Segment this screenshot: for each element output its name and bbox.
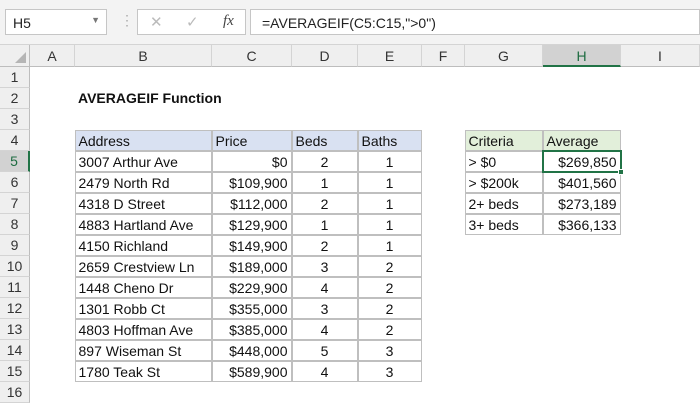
insert-function-icon[interactable]: fx (223, 13, 234, 30)
table-cell[interactable]: 1 (357, 150, 422, 172)
name-box[interactable]: H5 ▼ (5, 9, 107, 35)
table-cell[interactable]: 3 (291, 255, 358, 277)
row-header-9[interactable]: 9 (0, 235, 30, 256)
table-cell[interactable]: 1301 Robb Ct (74, 297, 212, 319)
column-header-i[interactable]: I (621, 45, 700, 67)
table-cell[interactable]: $129,900 (211, 213, 292, 235)
table-cell[interactable]: 1 (357, 234, 422, 256)
row-header-8[interactable]: 8 (0, 214, 30, 235)
row-header-3[interactable]: 3 (0, 109, 30, 130)
summary-header[interactable]: Average (542, 129, 621, 151)
table-cell[interactable]: 897 Wiseman St (74, 339, 212, 361)
row-header-7[interactable]: 7 (0, 193, 30, 214)
summary-cell[interactable]: $366,133 (542, 213, 621, 235)
table-cell[interactable]: $385,000 (211, 318, 292, 340)
table-cell[interactable]: 2 (291, 234, 358, 256)
column-header-e[interactable]: E (358, 45, 422, 67)
column-header-h[interactable]: H (543, 45, 621, 67)
row-header-13[interactable]: 13 (0, 319, 30, 340)
summary-cell[interactable]: 2+ beds (464, 192, 543, 214)
table-cell[interactable]: 3 (291, 297, 358, 319)
summary-cell[interactable]: > $0 (464, 150, 543, 172)
summary-cell[interactable]: $273,189 (542, 192, 621, 214)
column-header-b[interactable]: B (75, 45, 212, 67)
selected-cell-border (542, 150, 624, 175)
table-cell[interactable]: 3 (357, 360, 422, 382)
table-cell[interactable]: 1 (291, 171, 358, 193)
table-cell[interactable]: $448,000 (211, 339, 292, 361)
table-cell[interactable]: 3007 Arthur Ave (74, 150, 212, 172)
fill-handle[interactable] (618, 169, 624, 175)
drag-handle-icon[interactable]: ⋮ (120, 12, 134, 29)
table-cell[interactable]: $355,000 (211, 297, 292, 319)
select-all-button[interactable] (0, 45, 30, 67)
row-header-12[interactable]: 12 (0, 298, 30, 319)
enter-icon[interactable]: ✓ (186, 13, 199, 31)
formula-input[interactable]: =AVERAGEIF(C5:C15,">0") (250, 9, 700, 35)
column-header-d[interactable]: D (292, 45, 358, 67)
summary-cell[interactable]: > $200k (464, 171, 543, 193)
table-cell[interactable]: 2659 Crestview Ln (74, 255, 212, 277)
row-header-4[interactable]: 4 (0, 130, 30, 151)
table-cell[interactable]: 4 (291, 276, 358, 298)
table-cell[interactable]: 5 (291, 339, 358, 361)
table-cell[interactable]: $109,900 (211, 171, 292, 193)
row-header-11[interactable]: 11 (0, 277, 30, 298)
column-header-c[interactable]: C (212, 45, 292, 67)
table-cell[interactable]: 2 (357, 297, 422, 319)
sheet-title[interactable]: AVERAGEIF Function (75, 88, 225, 109)
row-header-6[interactable]: 6 (0, 172, 30, 193)
table-cell[interactable]: 2 (357, 255, 422, 277)
table-cell[interactable]: 1780 Teak St (74, 360, 212, 382)
table-cell[interactable]: 1 (291, 213, 358, 235)
table-cell[interactable]: 1 (357, 192, 422, 214)
row-header-1[interactable]: 1 (0, 67, 30, 88)
cancel-icon[interactable]: ✕ (150, 13, 163, 31)
table-cell[interactable]: 1 (357, 213, 422, 235)
summary-header[interactable]: Criteria (464, 129, 543, 151)
row-header-5[interactable]: 5 (0, 151, 30, 172)
table-cell[interactable]: 3 (357, 339, 422, 361)
row-header-14[interactable]: 14 (0, 340, 30, 361)
table-cell[interactable]: 2 (291, 192, 358, 214)
table-cell[interactable]: $0 (211, 150, 292, 172)
table-header[interactable]: Address (74, 129, 212, 151)
table-header[interactable]: Beds (291, 129, 358, 151)
table-cell[interactable]: $189,000 (211, 255, 292, 277)
table-cell[interactable]: $229,900 (211, 276, 292, 298)
row-header-15[interactable]: 15 (0, 361, 30, 382)
row-header-2[interactable]: 2 (0, 88, 30, 109)
table-cell[interactable]: 4 (291, 318, 358, 340)
column-header-g[interactable]: G (465, 45, 543, 67)
formula-buttons: ✕ ✓ fx (137, 9, 246, 35)
table-cell[interactable]: 4883 Hartland Ave (74, 213, 212, 235)
table-cell[interactable]: 4 (291, 360, 358, 382)
table-cell[interactable]: 2 (291, 150, 358, 172)
table-cell[interactable]: 1 (357, 171, 422, 193)
column-header-f[interactable]: F (422, 45, 465, 67)
table-header[interactable]: Price (211, 129, 292, 151)
table-cell[interactable]: 4150 Richland (74, 234, 212, 256)
table-cell[interactable]: $589,900 (211, 360, 292, 382)
chevron-down-icon[interactable]: ▼ (91, 15, 100, 25)
table-cell[interactable]: $112,000 (211, 192, 292, 214)
formula-bar-area: H5 ▼ ⋮ ✕ ✓ fx =AVERAGEIF(C5:C15,">0") (0, 0, 700, 45)
table-cell[interactable]: $149,900 (211, 234, 292, 256)
table-cell[interactable]: 2 (357, 276, 422, 298)
table-cell[interactable]: 4318 D Street (74, 192, 212, 214)
summary-cell[interactable]: $401,560 (542, 171, 621, 193)
column-header-a[interactable]: A (30, 45, 75, 67)
name-box-value: H5 (13, 15, 31, 31)
table-cell[interactable]: 1448 Cheno Dr (74, 276, 212, 298)
table-cell[interactable]: 4803 Hoffman Ave (74, 318, 212, 340)
table-cell[interactable]: 2479 North Rd (74, 171, 212, 193)
row-header-10[interactable]: 10 (0, 256, 30, 277)
table-cell[interactable]: 2 (357, 318, 422, 340)
summary-cell[interactable]: 3+ beds (464, 213, 543, 235)
table-header[interactable]: Baths (357, 129, 422, 151)
